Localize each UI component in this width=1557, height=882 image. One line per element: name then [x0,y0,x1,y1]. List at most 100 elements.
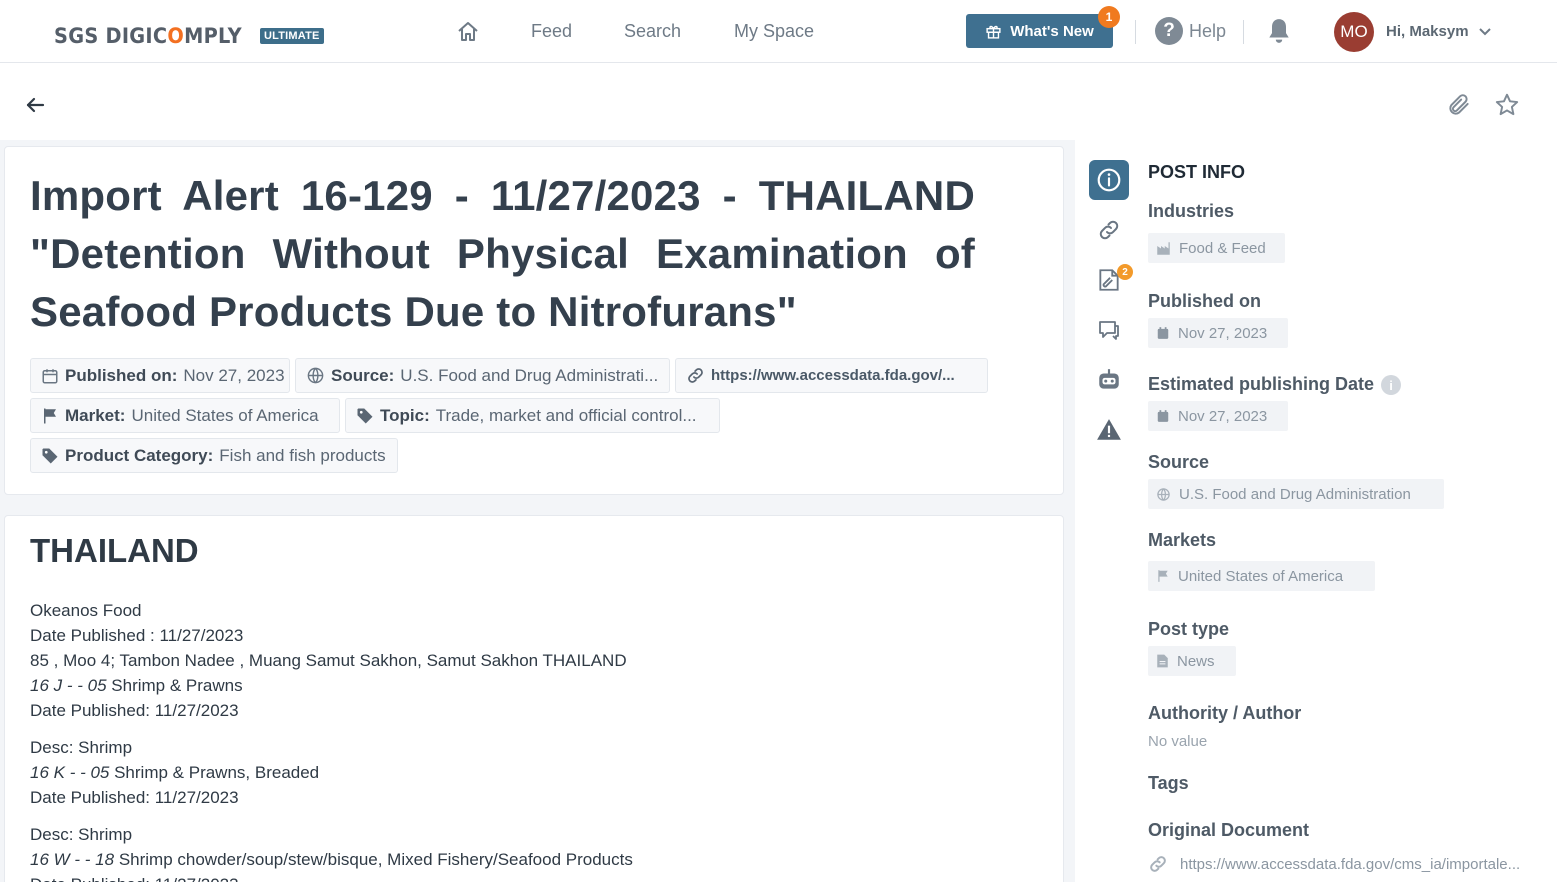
list-item: Okeanos Food Date Published : 11/27/2023… [30,598,1030,723]
post-header-card: Import Alert 16-129 - 11/27/2023 - THAIL… [4,146,1064,495]
link-icon [1150,856,1166,872]
star-icon[interactable] [1494,92,1520,118]
flag-icon [44,408,56,423]
logo-edition-badge: ULTIMATE [260,28,324,44]
link-icon [1099,220,1119,240]
info-tooltip-icon[interactable]: i [1381,375,1401,395]
estimated-publishing-date-chip: Nov 27, 2023 [1148,401,1288,431]
warning-icon [1097,419,1121,440]
product-name: Shrimp & Prawns [106,676,243,695]
date-published: Date Published : 11/27/2023 [30,626,244,645]
document-icon [1157,654,1168,668]
product-category-chip[interactable]: Product Category: Fish and fish products [30,438,398,473]
published-on-chip: Published on: Nov 27, 2023 [30,358,290,393]
tags-label: Tags [1148,773,1189,793]
authority-author-value: No value [1148,733,1208,750]
tab-post-info[interactable] [1089,160,1129,200]
question-icon: ? [1155,17,1183,45]
list-item: Desc: Shrimp 16 K - - 05 Shrimp & Prawns… [30,735,1030,810]
markets-label: Markets [1148,530,1217,550]
published-on-label: Published on [1148,291,1262,311]
product-line: 16 W - - 18 Shrimp chowder/soup/stew/bis… [30,847,1030,872]
original-url-value: https://www.accessdata.fda.gov/... [711,367,955,384]
date-published: Date Published: 11/27/2023 [30,788,239,807]
product-description: Desc: Shrimp [30,738,133,757]
gift-icon [986,25,1001,39]
post-type-chip: News [1148,646,1236,676]
source-chip[interactable]: U.S. Food and Drug Administration [1148,479,1444,509]
original-document-link[interactable]: https://www.accessdata.fda.gov/cms_ia/im… [1148,854,1520,874]
calendar-icon [1157,410,1169,422]
country-heading: THAILAND [30,532,199,569]
back-arrow-icon[interactable] [24,94,46,116]
nav-link-feed[interactable]: Feed [531,21,572,42]
sgs-digicomply-logo[interactable]: SGS DIGICOMPLY ULTIMATE [54,22,324,50]
comments-icon [1099,321,1119,340]
post-type-value: News [1177,652,1215,670]
logo-wordmark: SGS DIGICOMPLY [54,24,242,48]
home-icon[interactable] [456,20,480,44]
market-value: United States of America [131,405,319,425]
original-url-chip[interactable]: https://www.accessdata.fda.gov/... [675,358,988,393]
globe-icon [1157,487,1170,501]
help-label: Help [1189,20,1227,41]
industries-label: Industries [1148,201,1235,221]
info-icon [1097,168,1121,192]
product-code: 16 K - - 05 [30,763,110,782]
published-on-value: Nov 27, 2023 [1178,324,1268,342]
whats-new-label: What's New [1010,22,1094,40]
tag-icon [42,448,58,463]
original-document-url: https://www.accessdata.fda.gov/cms_ia/im… [1180,855,1521,873]
estimated-publishing-date-label: Estimated publishing Date [1148,374,1375,394]
whats-new-button[interactable]: What's New [966,14,1113,48]
product-description: Desc: Shrimp [30,825,133,844]
nav-divider [1243,20,1244,44]
tab-ai-assistant[interactable] [1089,360,1129,400]
source-label: Source [1148,452,1210,472]
topic-label: Topic: [380,405,430,425]
tab-links[interactable] [1089,210,1129,250]
estimated-publishing-date-value: Nov 27, 2023 [1178,407,1268,425]
company-name: Okeanos Food [30,601,142,620]
chevron-down-icon[interactable] [1478,25,1492,39]
source-chip[interactable]: Source: U.S. Food and Drug Administrati..… [295,358,670,393]
industries-chip[interactable]: Food & Feed [1148,233,1285,263]
calendar-icon [42,368,58,383]
user-greeting[interactable]: Hi, Maksym [1386,23,1469,40]
markets-chip[interactable]: United States of America [1148,561,1375,591]
calendar-icon [1157,327,1169,339]
topic-chip[interactable]: Topic: Trade, market and official control… [345,398,720,433]
whats-new-count-badge: 1 [1098,6,1120,28]
market-chip[interactable]: Market: United States of America [30,398,340,433]
source-label: Source: [331,365,395,385]
list-item: Desc: Shrimp 16 W - - 18 Shrimp chowder/… [30,822,1030,882]
authority-author-label: Authority / Author [1148,703,1302,723]
source-value: U.S. Food and Drug Administrati... [400,365,659,385]
post-type-label: Post type [1148,619,1230,639]
product-code: 16 W - - 18 [30,850,115,869]
factory-icon [1157,241,1170,255]
post-info-title: POST INFO [1148,162,1246,182]
market-label: Market: [65,405,126,425]
product-name: Shrimp & Prawns, Breaded [109,763,320,782]
company-address: 85 , Moo 4; Tambon Nadee , Muang Samut S… [30,651,627,670]
published-on-label: Published on: [65,365,178,385]
source-value: U.S. Food and Drug Administration [1179,485,1411,503]
date-published: Date Published: 11/27/2023 [30,872,1030,882]
globe-icon [307,367,324,384]
tab-report-issue[interactable] [1089,410,1129,450]
original-document-label: Original Document [1148,820,1310,840]
product-line: 16 K - - 05 Shrimp & Prawns, Breaded [30,760,1030,785]
nav-link-search[interactable]: Search [624,21,681,42]
date-published: Date Published: 11/27/2023 [30,701,239,720]
user-avatar[interactable]: MO [1334,12,1374,52]
product-code: 16 J - - 05 [30,676,107,695]
paperclip-icon[interactable] [1446,92,1472,118]
tab-comments[interactable] [1089,310,1129,350]
bell-icon[interactable] [1266,17,1292,45]
tag-icon [357,408,373,423]
help-button[interactable]: ? Help [1155,17,1226,45]
product-name: Shrimp chowder/soup/stew/bisque, Mixed F… [114,850,633,869]
link-icon [688,368,703,383]
nav-link-my-space[interactable]: My Space [734,21,814,42]
